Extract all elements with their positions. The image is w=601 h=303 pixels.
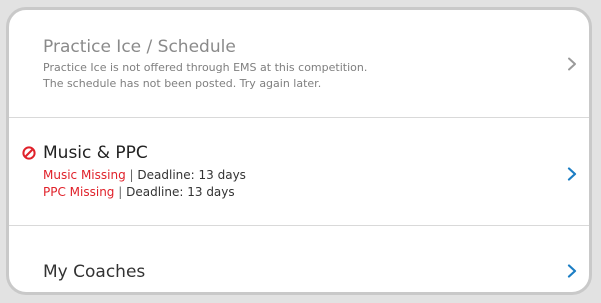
schedule-message: The schedule has not been posted. Try ag…: [43, 77, 322, 90]
music-deadline: Deadline: 13 days: [137, 168, 246, 182]
practice-ice-message: Practice Ice is not offered through EMS …: [43, 61, 368, 74]
music-status: Music Missing | Deadline: 13 days: [43, 167, 246, 183]
practice-ice-title: Practice Ice / Schedule: [43, 37, 236, 57]
chevron-right-icon: [568, 57, 576, 71]
music-missing-label: Music Missing: [43, 168, 126, 182]
practice-ice-schedule-row[interactable]: Practice Ice / Schedule Practice Ice is …: [9, 10, 589, 117]
separator: |: [129, 168, 134, 182]
music-ppc-row[interactable]: Music & PPC Music Missing | Deadline: 13…: [9, 118, 589, 225]
ban-icon: [22, 146, 36, 160]
competition-menu-card: Practice Ice / Schedule Practice Ice is …: [6, 7, 592, 295]
music-ppc-title: Music & PPC: [43, 143, 148, 163]
separator: |: [118, 185, 123, 199]
chevron-right-icon: [567, 264, 577, 278]
my-coaches-row[interactable]: My Coaches: [9, 226, 589, 292]
chevron-right-icon: [567, 167, 577, 181]
ppc-deadline: Deadline: 13 days: [126, 185, 235, 199]
ppc-status: PPC Missing | Deadline: 13 days: [43, 184, 235, 200]
my-coaches-title: My Coaches: [43, 262, 146, 282]
ppc-missing-label: PPC Missing: [43, 185, 115, 199]
